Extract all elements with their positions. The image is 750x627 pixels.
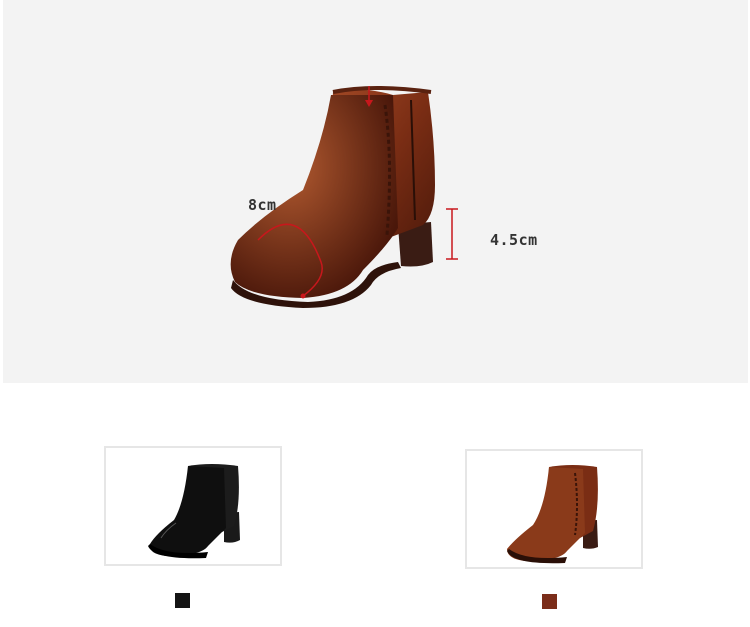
- variant-thumbnail-black[interactable]: [104, 446, 282, 566]
- heel-height-bracket: [446, 208, 458, 260]
- brown-ankle-boot-image: [507, 465, 598, 564]
- swatch-black[interactable]: [175, 593, 190, 608]
- hero-product-image: 8cm 4.5cm: [3, 0, 748, 383]
- heel-height-label: 4.5cm: [490, 231, 538, 249]
- variant-thumbnail-brown[interactable]: [465, 449, 643, 569]
- black-ankle-boot-image: [148, 464, 240, 559]
- circumference-label: 8cm: [248, 196, 277, 214]
- swatch-brown[interactable]: [542, 594, 557, 609]
- brown-ankle-boot-main: [230, 86, 458, 308]
